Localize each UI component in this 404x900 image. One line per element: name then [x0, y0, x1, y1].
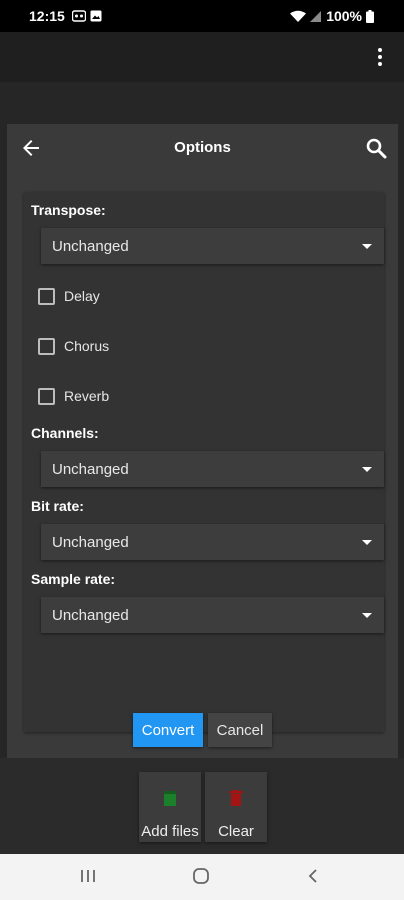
reverb-label: Reverb	[64, 388, 110, 404]
chevron-down-icon	[362, 540, 372, 545]
trash-icon	[229, 790, 243, 806]
bit-rate-label: Bit rate:	[31, 498, 84, 514]
bit-rate-select[interactable]: Unchanged	[41, 524, 384, 560]
status-bar: 12:15 100%	[0, 0, 404, 32]
app-bar	[0, 32, 404, 82]
search-icon[interactable]	[364, 136, 388, 160]
reverb-checkbox-row[interactable]: Reverb	[38, 383, 109, 409]
channels-label: Channels:	[31, 425, 99, 441]
options-panel: Transpose: Unchanged Delay Chorus Reverb…	[24, 192, 384, 732]
bottom-toolbar: Add files Clear	[0, 758, 404, 854]
options-dialog: Options Transpose: Unchanged Delay Choru…	[7, 124, 398, 758]
wifi-icon	[290, 10, 307, 22]
sample-rate-value: Unchanged	[52, 607, 129, 624]
clear-label: Clear	[218, 823, 254, 840]
signal-icon	[310, 10, 322, 22]
convert-button[interactable]: Convert	[133, 713, 203, 747]
image-icon	[90, 10, 102, 22]
status-left-icons	[72, 10, 102, 22]
battery-percent: 100%	[326, 8, 362, 24]
channels-select[interactable]: Unchanged	[41, 451, 384, 487]
system-nav-bar	[0, 854, 404, 900]
reverb-checkbox[interactable]	[38, 387, 55, 405]
status-right-icons: 100%	[290, 8, 374, 24]
status-time: 12:15	[29, 8, 65, 24]
add-files-button[interactable]: Add files	[139, 772, 201, 842]
bit-rate-value: Unchanged	[52, 534, 129, 551]
sample-rate-select[interactable]: Unchanged	[41, 597, 384, 633]
voicemail-icon	[72, 10, 86, 22]
add-files-label: Add files	[141, 823, 199, 840]
clear-button[interactable]: Clear	[205, 772, 267, 842]
chorus-checkbox-row[interactable]: Chorus	[38, 333, 109, 359]
transpose-label: Transpose:	[31, 202, 106, 218]
overflow-menu-icon[interactable]	[370, 42, 390, 72]
delay-checkbox-row[interactable]: Delay	[38, 283, 100, 309]
dialog-header: Options	[7, 124, 398, 172]
chorus-label: Chorus	[64, 338, 110, 354]
chevron-down-icon	[362, 244, 372, 249]
cancel-button[interactable]: Cancel	[208, 713, 272, 747]
transpose-select[interactable]: Unchanged	[41, 228, 384, 264]
back-nav-icon[interactable]	[306, 867, 320, 885]
dialog-title: Options	[174, 139, 231, 156]
chorus-checkbox[interactable]	[38, 337, 55, 355]
transpose-value: Unchanged	[52, 238, 129, 255]
recent-apps-icon[interactable]	[80, 867, 96, 885]
channels-value: Unchanged	[52, 461, 129, 478]
sample-rate-label: Sample rate:	[31, 571, 116, 587]
home-icon[interactable]	[192, 867, 210, 885]
chevron-down-icon	[362, 613, 372, 618]
battery-icon	[366, 9, 374, 23]
chevron-down-icon	[362, 467, 372, 472]
delay-label: Delay	[64, 288, 100, 304]
add-file-icon	[164, 791, 176, 806]
delay-checkbox[interactable]	[38, 287, 55, 305]
